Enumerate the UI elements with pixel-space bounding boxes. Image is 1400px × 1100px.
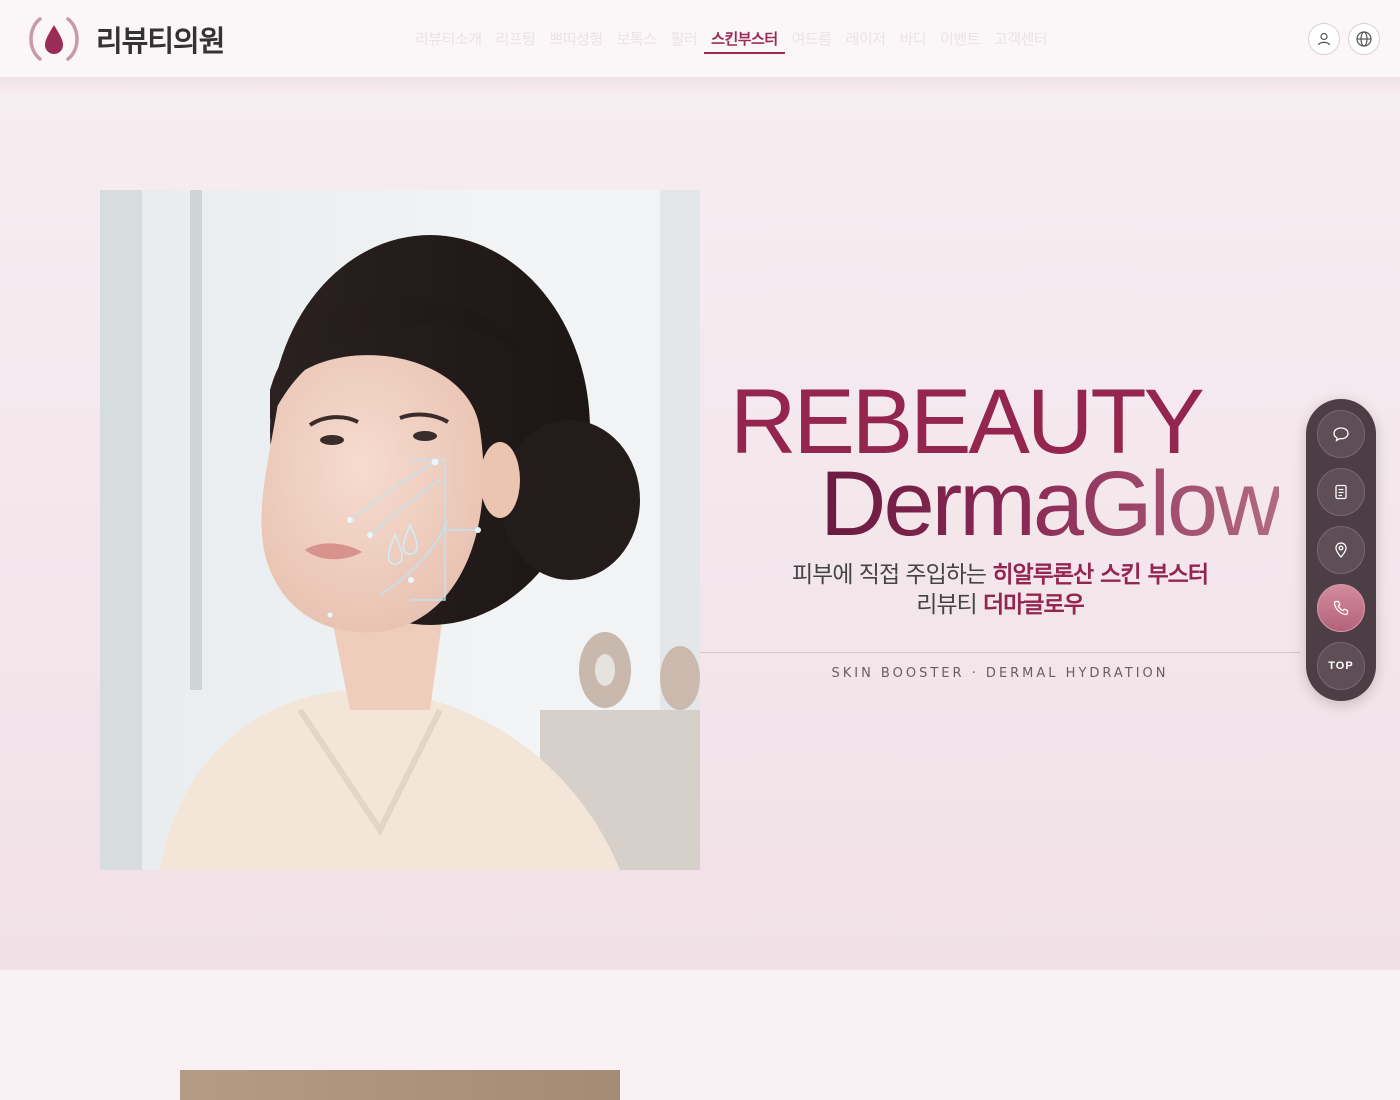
hero-section: REBEAUTY DermaGlow 피부에 직접 주입하는 히알루론산 스킨 … [0, 92, 1400, 970]
logo-parens-icon [29, 17, 79, 61]
hero-subtitle-line2-plain: 리뷰티 [916, 592, 983, 618]
hero-divider [700, 652, 1300, 653]
nav-item-about[interactable]: 리뷰티소개 [408, 28, 489, 54]
logo-text: 리뷰티의원 [96, 24, 225, 58]
nav-item-botox[interactable]: 보톡스 [610, 28, 664, 54]
nav-item-event[interactable]: 이벤트 [933, 28, 987, 54]
phone-icon [1333, 600, 1349, 616]
quick-top-button[interactable]: TOP [1317, 642, 1365, 690]
hero-subtitle-line1-strong: 히알루론산 스킨 부스터 [992, 562, 1209, 588]
hero-subtitle-line2-strong: 더마글로우 [982, 592, 1085, 618]
user-icon [1317, 32, 1331, 46]
logo-mark-icon [24, 16, 84, 62]
quick-location-button[interactable] [1317, 526, 1365, 574]
hero-caption: SKIN BOOSTER · DERMAL HYDRATION [831, 666, 1169, 681]
nav-item-skinbooster[interactable]: 스킨부스터 [704, 28, 785, 54]
nav-item-support[interactable]: 고객센터 [987, 28, 1054, 54]
user-button[interactable] [1308, 23, 1340, 55]
next-section [0, 970, 1400, 1100]
nav-item-filler[interactable]: 필러 [664, 28, 705, 54]
nav-item-lifting[interactable]: 리프팅 [489, 28, 543, 54]
quick-reservation-button[interactable] [1317, 468, 1365, 516]
main-nav: 리뷰티소개 리프팅 쁘띠성형 보톡스 필러 스킨부스터 여드름 레이저 바디 이… [408, 28, 1288, 54]
hero-model-image [100, 190, 700, 870]
nav-item-petit[interactable]: 쁘띠성형 [542, 28, 609, 54]
language-button[interactable] [1348, 23, 1380, 55]
site-header: 리뷰티의원 리뷰티소개 리프팅 쁘띠성형 보톡스 필러 스킨부스터 여드름 레이… [0, 0, 1400, 78]
nav-item-body[interactable]: 바디 [892, 28, 933, 54]
header-shadow [0, 78, 1400, 92]
quick-top-label: TOP [1328, 660, 1354, 672]
hero-subtitle: 피부에 직접 주입하는 히알루론산 스킨 부스터 리뷰티 더마글로우 [700, 560, 1300, 620]
globe-icon [1356, 31, 1372, 47]
quick-chat-button[interactable] [1317, 410, 1365, 458]
nav-item-laser[interactable]: 레이저 [839, 28, 893, 54]
next-section-image [180, 1070, 620, 1100]
hero-title-dermaglow: DermaGlow [820, 453, 1282, 555]
logo[interactable]: 리뷰티의원 [24, 16, 225, 62]
document-icon [1335, 484, 1347, 500]
location-icon [1335, 542, 1347, 558]
nav-item-acne[interactable]: 여드름 [785, 28, 839, 54]
quick-menu: TOP [1306, 399, 1376, 701]
chat-icon [1333, 427, 1349, 442]
hero-photo-illustration [100, 190, 700, 870]
hero-subtitle-line1-plain: 피부에 직접 주입하는 [792, 562, 993, 588]
quick-call-button[interactable] [1317, 584, 1365, 632]
hero-subtitle-line1: 피부에 직접 주입하는 히알루론산 스킨 부스터 [700, 560, 1300, 590]
hero-subtitle-line2: 리뷰티 더마글로우 [700, 590, 1300, 620]
